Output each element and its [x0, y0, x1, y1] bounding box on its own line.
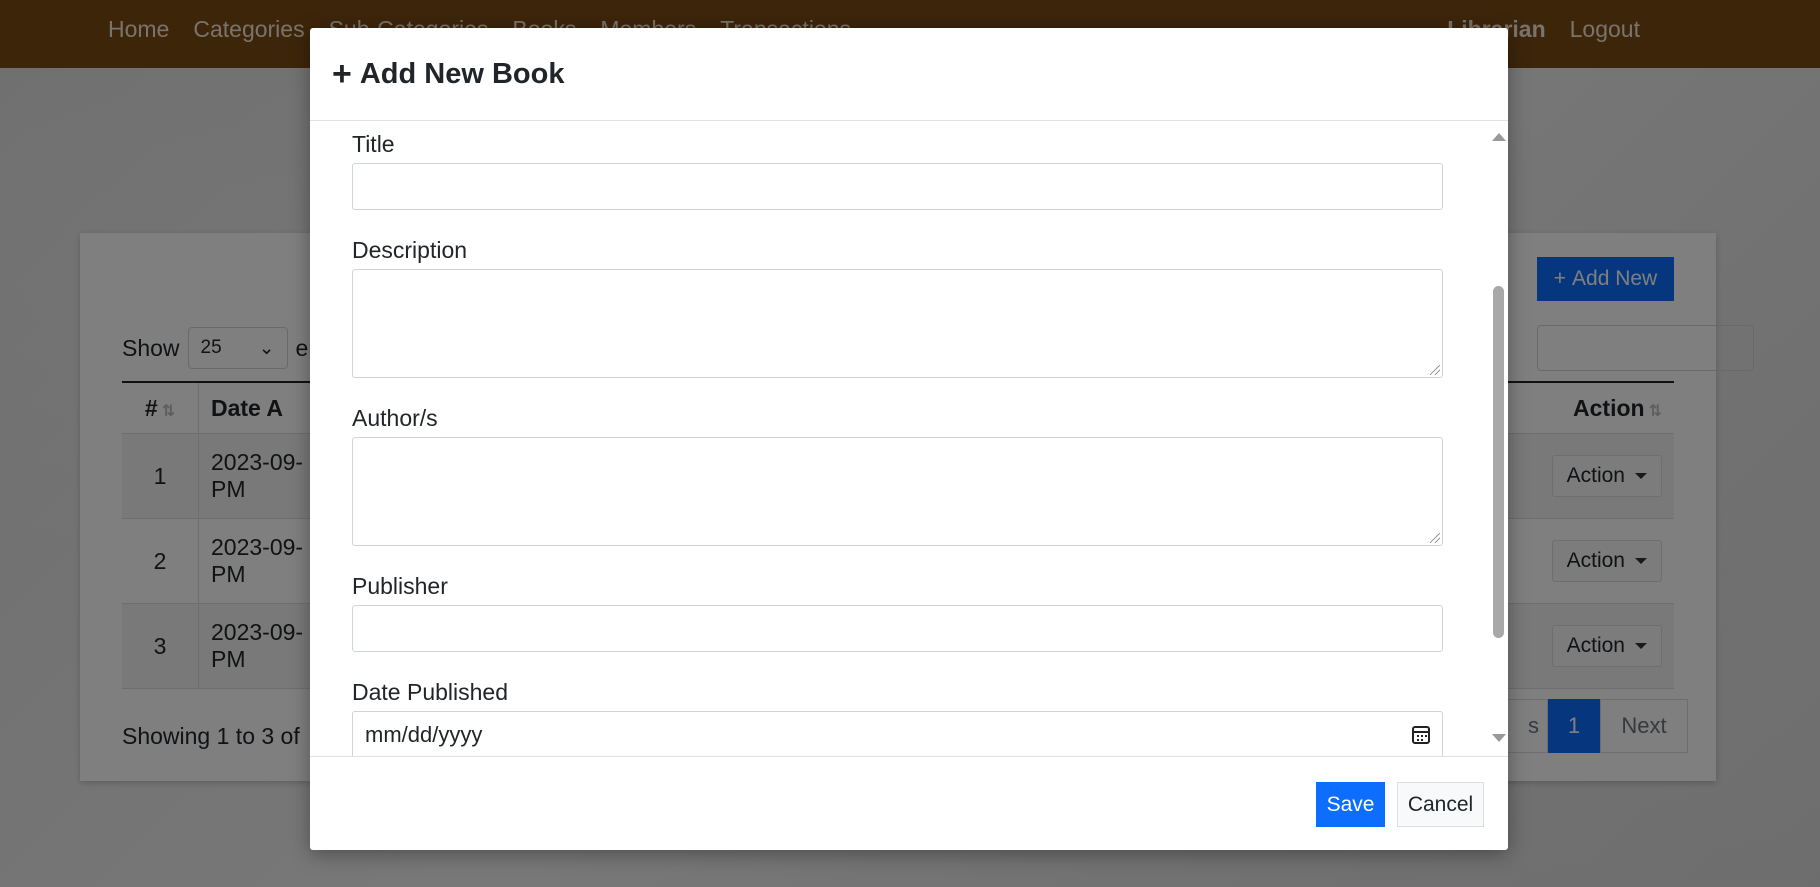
modal-title-text: Add New Book: [359, 57, 565, 90]
title-label: Title: [352, 131, 395, 157]
authors-textarea[interactable]: [352, 437, 1443, 546]
description-group: Description: [352, 237, 1443, 378]
publisher-label: Publisher: [352, 573, 448, 599]
authors-group: Author/s: [352, 405, 1443, 546]
scrollbar-thumb[interactable]: [1493, 286, 1504, 638]
resize-handle-icon[interactable]: [1430, 533, 1440, 543]
cancel-button[interactable]: Cancel: [1397, 782, 1484, 827]
modal-body[interactable]: Title Description Author/s Publisher Dat…: [310, 121, 1508, 756]
scroll-down-arrow-icon[interactable]: [1492, 734, 1506, 742]
modal-header: + Add New Book: [310, 28, 1508, 121]
date-placeholder: mm/dd/yyyy: [365, 721, 483, 747]
authors-label: Author/s: [352, 405, 438, 431]
title-group: Title: [352, 131, 1443, 210]
description-textarea[interactable]: [352, 269, 1443, 378]
publisher-group: Publisher: [352, 573, 1443, 652]
publisher-input[interactable]: [352, 605, 1443, 652]
calendar-icon[interactable]: [1412, 725, 1430, 744]
modal-scrollbar[interactable]: [1488, 121, 1508, 756]
date-published-input[interactable]: mm/dd/yyyy: [352, 711, 1443, 756]
description-label: Description: [352, 237, 468, 263]
scroll-up-arrow-icon[interactable]: [1492, 133, 1506, 141]
modal-footer: Save Cancel: [310, 756, 1508, 850]
plus-icon: +: [332, 55, 352, 93]
book-form: Title Description Author/s Publisher Dat…: [352, 121, 1443, 756]
resize-handle-icon[interactable]: [1430, 365, 1440, 375]
save-button[interactable]: Save: [1316, 782, 1385, 827]
title-input[interactable]: [352, 163, 1443, 210]
add-book-modal: + Add New Book Title Description Author/…: [310, 28, 1508, 850]
date-published-label: Date Published: [352, 679, 508, 705]
modal-title: + Add New Book: [332, 57, 564, 91]
date-published-group: Date Published mm/dd/yyyy: [352, 679, 1443, 756]
